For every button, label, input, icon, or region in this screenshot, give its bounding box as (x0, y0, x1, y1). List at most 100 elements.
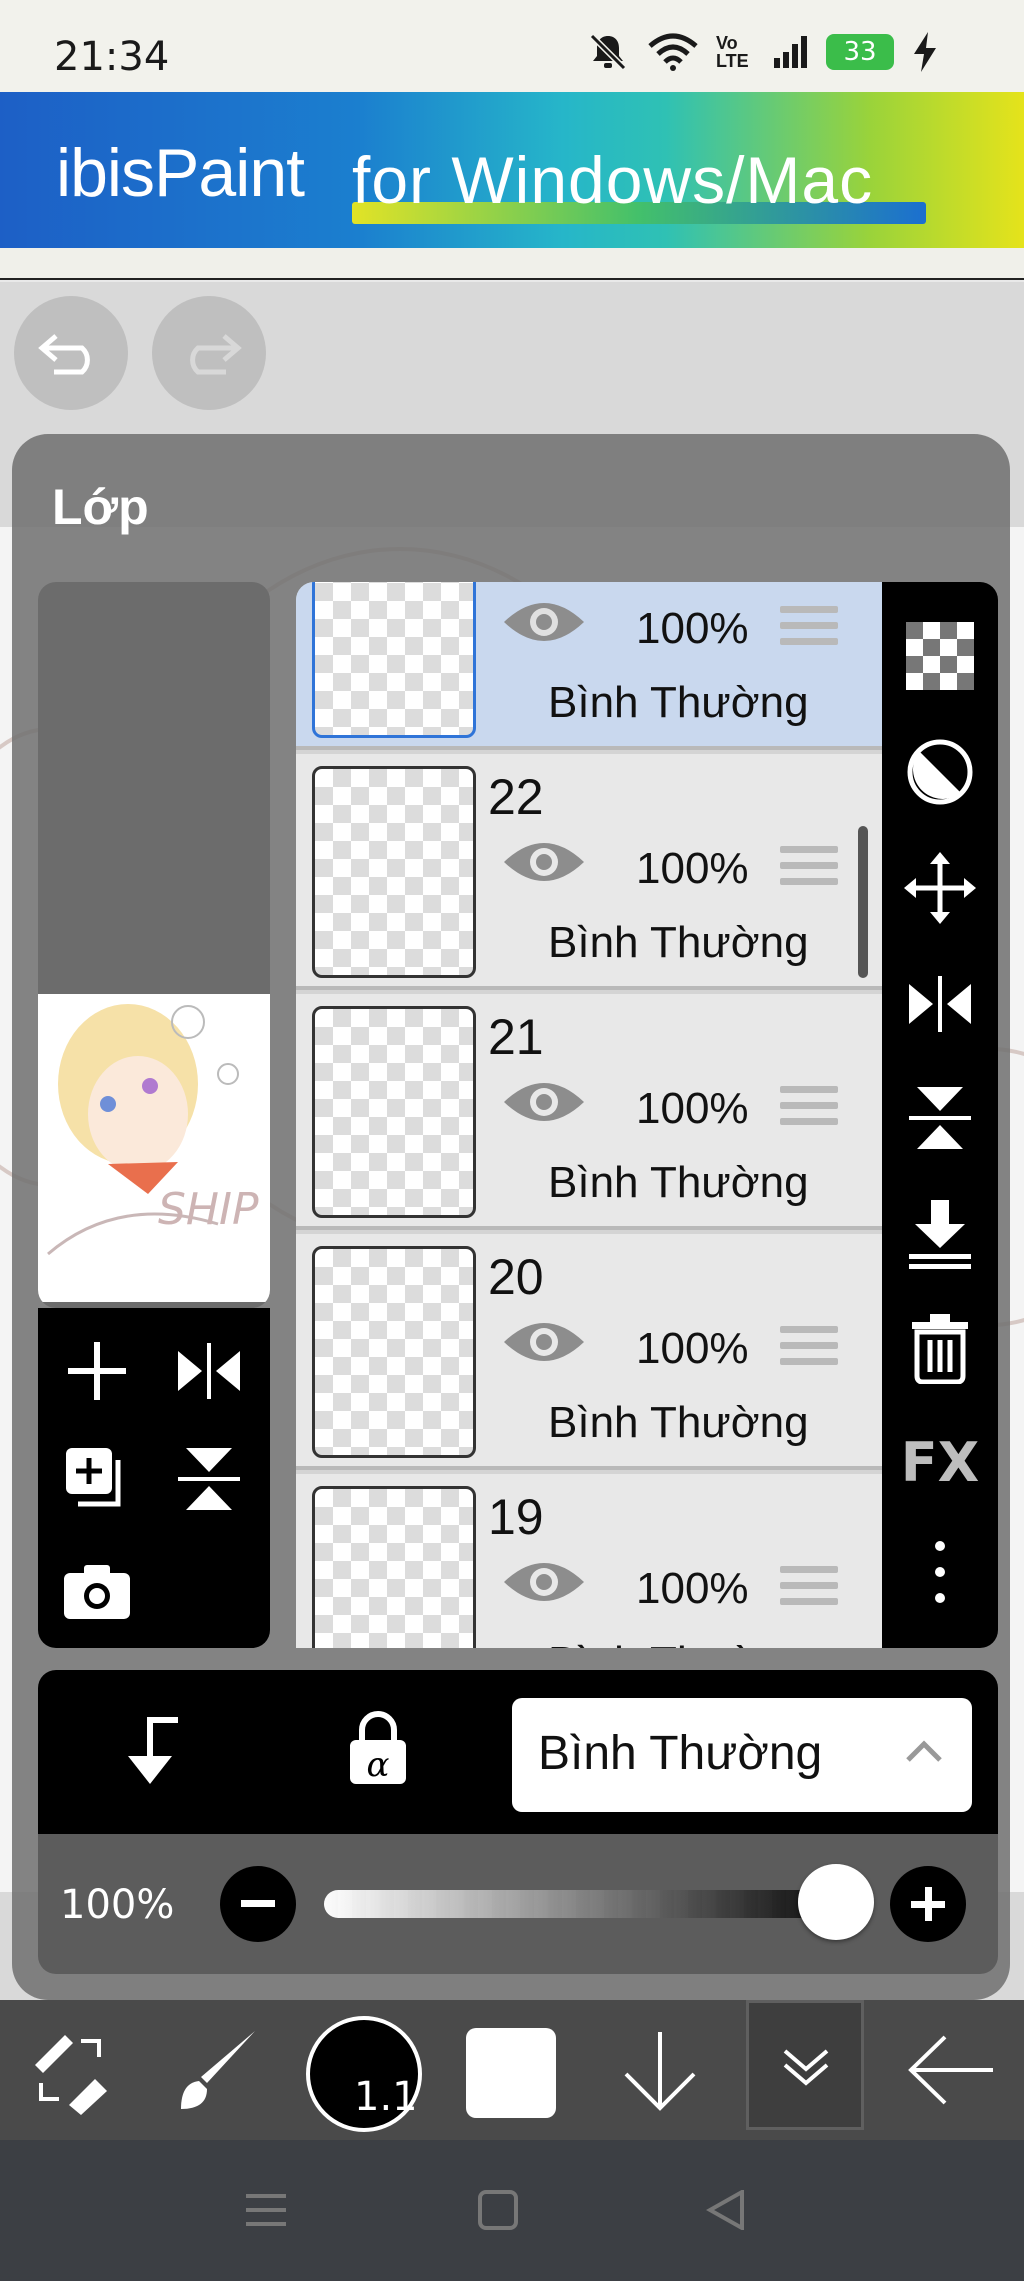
duplicate-layer-icon (66, 1448, 121, 1507)
tool-switch-icon (35, 2035, 107, 2115)
camera-button[interactable] (52, 1546, 142, 1636)
charging-icon (914, 32, 936, 72)
drag-handle-icon[interactable] (780, 1566, 838, 1614)
banner-brand: ibisPaint (56, 135, 305, 211)
undo-button[interactable] (14, 296, 128, 410)
opacity-increase-button[interactable] (890, 1866, 966, 1942)
merge-down-button[interactable] (900, 1194, 980, 1274)
signal-icon (774, 36, 807, 68)
chevron-up-icon (906, 1740, 942, 1762)
recent-apps-icon[interactable] (246, 2190, 286, 2230)
layer-opacity: 100% (636, 844, 749, 893)
layer-blend-mode: Bình Thường (548, 678, 809, 727)
canvas-preview[interactable]: SHIP (38, 582, 270, 1308)
flip-horizontal-button[interactable] (900, 964, 980, 1044)
layer-panel: Lớp SHIP 100% Bình Thường 22 100% Bình T… (12, 434, 1010, 2000)
more-icon (935, 1541, 945, 1603)
half-circle-icon (907, 739, 973, 805)
opacity-slider-track[interactable] (324, 1890, 832, 1918)
clip-arrow-icon[interactable] (118, 1716, 184, 1788)
layer-row[interactable]: 20 100% Bình Thường (296, 1234, 882, 1470)
checkerboard-icon (906, 622, 974, 690)
ad-banner[interactable]: ibisPaint for Windows/Mac (0, 92, 1024, 248)
layer-number: 21 (488, 1009, 544, 1065)
bottom-toolbar: 1.1 (0, 2000, 1024, 2140)
collapse-panel-button[interactable] (746, 2000, 864, 2130)
camera-icon (64, 1565, 130, 1619)
flip-vertical-button[interactable] (164, 1434, 254, 1524)
duplicate-layer-button[interactable] (52, 1434, 142, 1524)
volte-label: Vo LTE (716, 33, 749, 71)
visibility-eye-icon[interactable] (502, 1076, 586, 1128)
home-icon[interactable] (478, 2190, 518, 2230)
add-layer-icon (68, 1342, 126, 1400)
transparent-fill-button[interactable] (900, 616, 980, 696)
back-button[interactable] (890, 2014, 1010, 2126)
move-icon (904, 852, 976, 924)
status-icons: Vo LTE 33 (586, 30, 938, 74)
svg-text:SHIP: SHIP (158, 1184, 259, 1235)
layer-thumbnail (312, 1246, 476, 1458)
flip-vertical-icon (178, 1448, 240, 1510)
flip-horizontal-icon (178, 1343, 240, 1399)
brush-tool-button[interactable] (156, 2014, 276, 2126)
panel-title: Lớp (52, 479, 149, 535)
tool-select-button[interactable] (10, 2014, 130, 2126)
layer-scrollbar[interactable] (858, 826, 868, 978)
drag-handle-icon[interactable] (780, 1086, 838, 1134)
double-chevron-down-icon (783, 2049, 829, 2086)
layer-thumbnail (312, 766, 476, 978)
visibility-eye-icon[interactable] (502, 1316, 586, 1368)
drag-handle-icon[interactable] (780, 606, 838, 654)
layer-row[interactable]: 21 100% Bình Thường (296, 994, 882, 1230)
blend-mode-value: Bình Thường (538, 1727, 823, 1780)
opacity-slider-knob[interactable] (798, 1864, 874, 1940)
layer-opacity: 100% (636, 1324, 749, 1373)
blend-mode-select[interactable]: Bình Thường (512, 1698, 972, 1812)
more-options-button[interactable] (900, 1532, 980, 1612)
fx-button[interactable]: FX (900, 1422, 980, 1502)
flip-horizontal-icon (909, 976, 971, 1032)
layer-list[interactable]: 23 100% Bình Thường 22 100% Bình Thường (296, 582, 882, 1648)
banner-tagline: for Windows/Mac (352, 143, 874, 217)
plus-icon (911, 1887, 945, 1921)
layer-row[interactable]: 22 100% Bình Thường (296, 754, 882, 990)
drag-handle-icon[interactable] (780, 1326, 838, 1374)
layer-blend-mode: Bình Thường (548, 1398, 809, 1447)
color-picker-button[interactable]: 1.1 (306, 2016, 422, 2132)
arrow-left-icon (908, 2035, 993, 2105)
layer-thumbnail (312, 1006, 476, 1218)
delete-layer-button[interactable] (900, 1308, 980, 1388)
undo-icon (38, 334, 90, 375)
layer-thumbnail (312, 1486, 476, 1648)
brush-size-value: 1.1 (354, 2074, 418, 2120)
opacity-decrease-button[interactable] (220, 1866, 296, 1942)
bell-muted-icon (589, 33, 627, 71)
layer-blend-mode: Bình Thường (548, 918, 809, 967)
visibility-eye-icon[interactable] (502, 836, 586, 888)
alpha-lock-icon[interactable]: α (346, 1708, 410, 1788)
layer-opacity: 100% (636, 604, 749, 653)
layer-number: 23 (488, 582, 544, 586)
layer-down-button[interactable] (600, 2014, 720, 2126)
clipping-button[interactable] (900, 732, 980, 812)
visibility-eye-icon[interactable] (502, 596, 586, 648)
layer-number: 20 (488, 1249, 544, 1305)
secondary-color-button[interactable] (466, 2028, 556, 2118)
layer-row[interactable]: 23 100% Bình Thường (296, 582, 882, 750)
redo-button[interactable] (152, 296, 266, 410)
back-nav-icon[interactable] (706, 2190, 746, 2230)
wifi-icon (648, 33, 698, 71)
layer-number: 19 (488, 1489, 544, 1545)
add-layer-button[interactable] (52, 1326, 142, 1416)
move-layer-button[interactable] (900, 848, 980, 928)
layer-number: 22 (488, 769, 544, 825)
layer-row[interactable]: 19 100% Bình Thường (296, 1474, 882, 1648)
minus-icon (241, 1900, 275, 1907)
flip-vertical-button[interactable] (900, 1078, 980, 1158)
flip-horizontal-button[interactable] (164, 1326, 254, 1416)
brush-icon (181, 2031, 255, 2109)
status-bar: 21:34 Vo LTE 33 (0, 0, 1024, 92)
visibility-eye-icon[interactable] (502, 1556, 586, 1608)
drag-handle-icon[interactable] (780, 846, 838, 894)
